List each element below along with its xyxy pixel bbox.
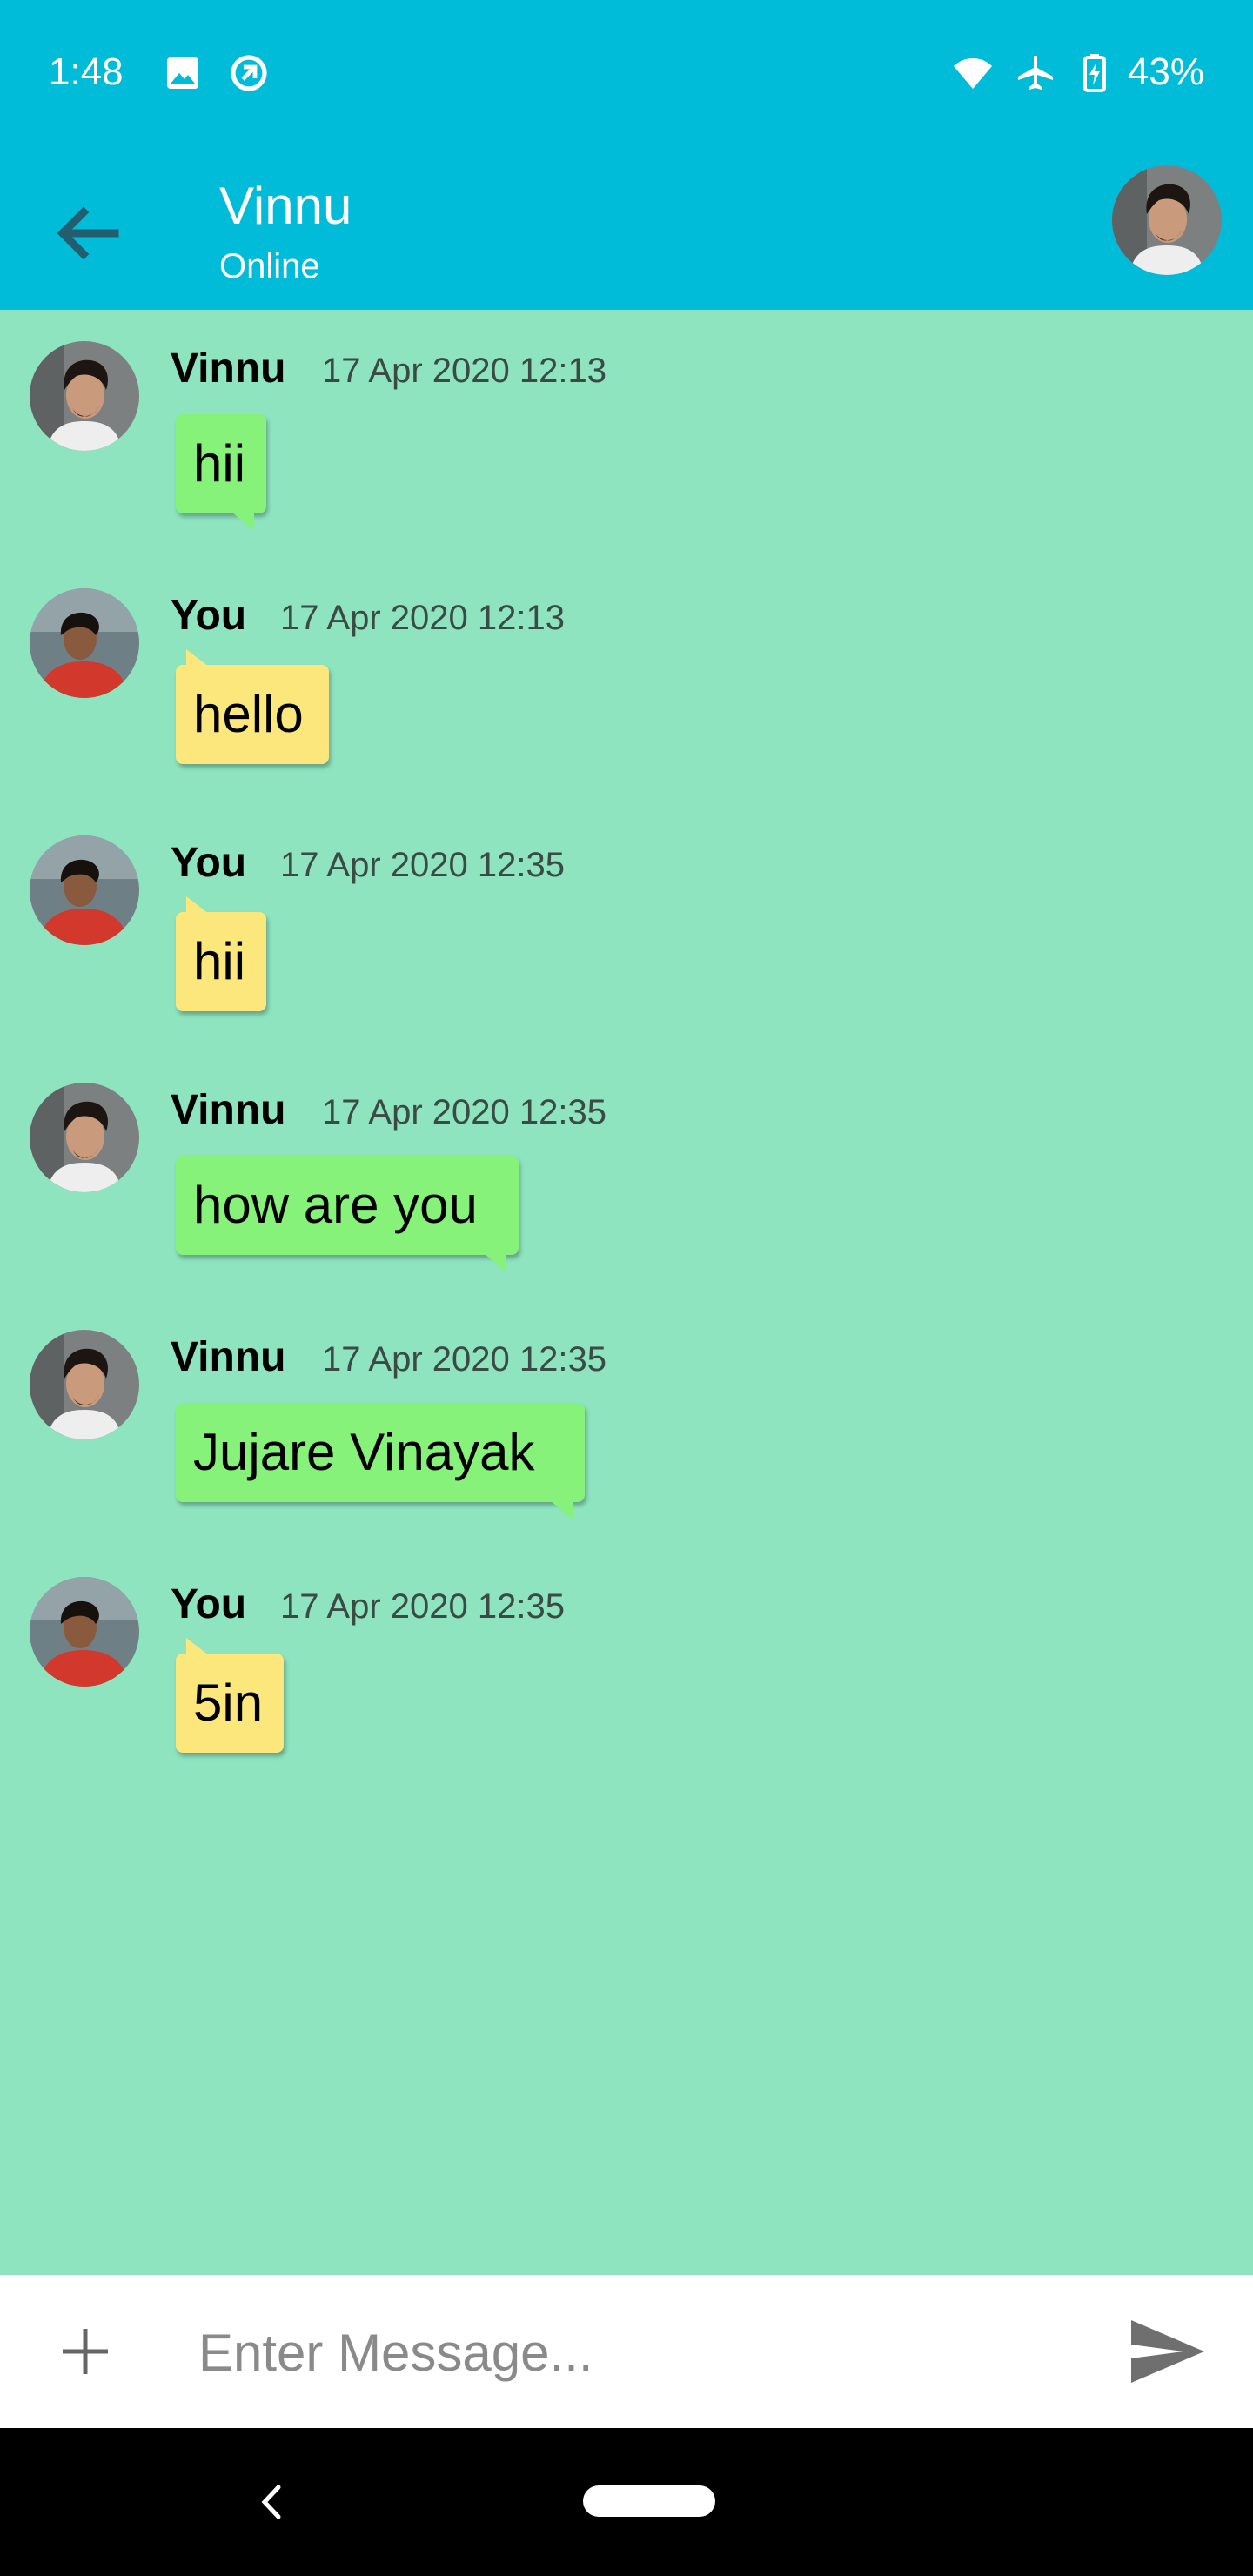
message-item: You 17 Apr 2020 12:35 hii [0, 835, 1253, 1062]
sender-avatar[interactable] [30, 835, 139, 945]
contact-avatar[interactable] [1112, 165, 1222, 275]
battery-charging-icon [1083, 54, 1106, 92]
message-item: Vinnu 17 Apr 2020 12:35 how are you [0, 1083, 1253, 1309]
system-nav-bar [0, 2428, 1253, 2576]
status-time: 1:48 [49, 50, 124, 93]
message-bubble-incoming[interactable]: hii [176, 414, 266, 531]
sender-avatar[interactable] [30, 1083, 139, 1192]
sender-name: Vinnu [171, 345, 286, 392]
sender-name: You [171, 1581, 247, 1627]
contact-status: Online [219, 247, 320, 285]
sender-avatar[interactable] [30, 1330, 139, 1439]
send-icon[interactable] [1124, 2310, 1208, 2393]
message-item: Vinnu 17 Apr 2020 12:13 hii [0, 341, 1253, 567]
plus-icon[interactable] [44, 2310, 127, 2393]
message-item: You 17 Apr 2020 12:35 5in [0, 1577, 1253, 1803]
message-time: 17 Apr 2020 12:13 [280, 599, 565, 637]
message-time: 17 Apr 2020 12:35 [322, 1093, 606, 1131]
nav-back-icon[interactable] [249, 2472, 292, 2532]
message-bubble-incoming[interactable]: how are you [176, 1156, 519, 1272]
chat-screen: 1:48 43% Vinnu Online Vinnu 17 Apr 2020 … [0, 0, 1253, 2576]
message-time: 17 Apr 2020 12:13 [322, 352, 606, 390]
sender-name: Vinnu [171, 1087, 286, 1133]
arrow-back-icon[interactable] [45, 191, 129, 275]
contact-name: Vinnu [219, 177, 352, 235]
message-item: You 17 Apr 2020 12:13 hello [0, 588, 1253, 815]
sender-name: Vinnu [171, 1334, 286, 1380]
sync-icon [231, 55, 267, 91]
chat-header: Vinnu Online [0, 148, 1253, 310]
sender-avatar[interactable] [30, 341, 139, 451]
sender-avatar[interactable] [30, 588, 139, 698]
message-time: 17 Apr 2020 12:35 [280, 1587, 565, 1626]
message-time: 17 Apr 2020 12:35 [322, 1340, 606, 1379]
sender-name: You [171, 840, 247, 886]
nav-home-pill[interactable] [583, 2485, 715, 2517]
message-composer [0, 2275, 1253, 2428]
sender-name: You [171, 593, 247, 639]
wifi-icon [954, 58, 992, 89]
airplane-icon [1018, 56, 1053, 90]
message-bubble-outgoing[interactable]: hii [176, 896, 266, 1011]
message-input[interactable] [197, 2310, 1070, 2395]
message-time: 17 Apr 2020 12:35 [280, 846, 565, 884]
status-bar: 1:48 43% [0, 0, 1253, 148]
message-item: Vinnu 17 Apr 2020 12:35 Jujare Vinayak [0, 1330, 1253, 1556]
message-bubble-outgoing[interactable]: 5in [176, 1638, 284, 1753]
battery-percent: 43% [1127, 50, 1204, 93]
message-bubble-outgoing[interactable]: hello [176, 649, 329, 764]
sender-avatar[interactable] [30, 1577, 139, 1687]
message-bubble-incoming[interactable]: Jujare Vinayak [176, 1403, 585, 1519]
image-icon [167, 57, 198, 89]
